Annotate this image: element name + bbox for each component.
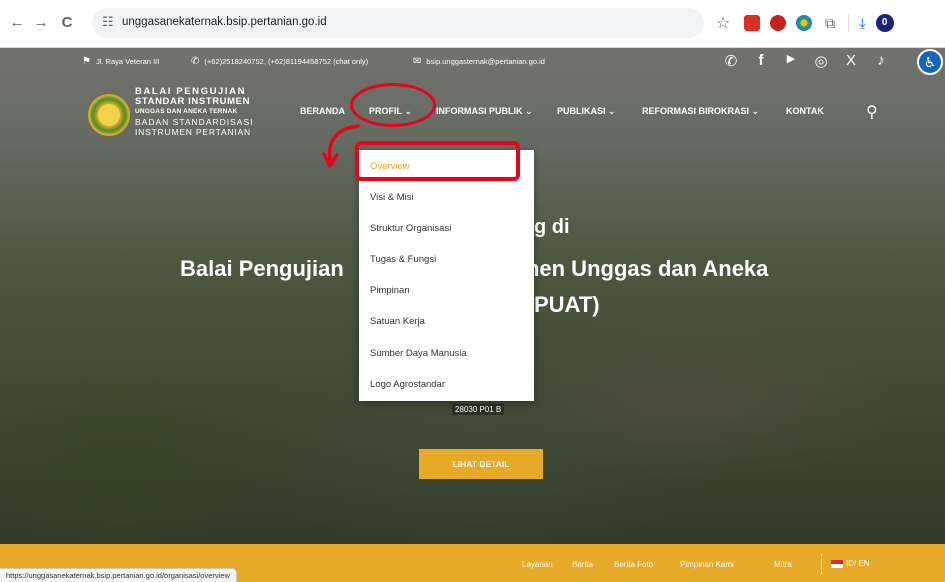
envelope-icon: ✉	[413, 56, 422, 67]
tiktok-icon[interactable]: ♪	[873, 52, 889, 70]
address-bar[interactable]: ☷ unggasanekaternak.bsip.pertanian.go.id	[92, 8, 704, 38]
browser-actions: ☆ ⧉ ⤓ 0	[712, 12, 894, 34]
annotation-arrow	[322, 124, 360, 168]
site-logo-text[interactable]: BALAI PENGUJIAN STANDAR INSTRUMEN UNGGAS…	[135, 87, 254, 138]
footer-link-pimpinan-kami[interactable]: Pimpinan Kami	[680, 560, 734, 569]
hero-title-line-1: g di	[534, 216, 570, 238]
hero-title-right: men Unggas dan Aneka	[519, 256, 769, 281]
language-label[interactable]: ID/ EN	[846, 559, 870, 568]
whatsapp-icon[interactable]: ✆	[723, 52, 739, 70]
dropdown-item-pimpinan[interactable]: Pimpinan	[370, 285, 410, 296]
instagram-icon[interactable]: ◎	[813, 52, 829, 70]
annotation-oval	[350, 83, 436, 127]
address-url[interactable]: unggasanekaternak.bsip.pertanian.go.id	[122, 16, 327, 28]
web-page: ⚑ Jl. Raya Veteran III ✆ (+62)2518240752…	[0, 48, 945, 582]
nav-beranda[interactable]: BERANDA	[300, 106, 345, 116]
site-settings-icon[interactable]: ☷	[102, 14, 114, 30]
lihat-detail-button[interactable]: LIHAT DETAIL	[419, 449, 543, 479]
download-icon[interactable]: ⤓	[859, 15, 866, 32]
hero-badge: 28030 P01 B	[452, 404, 505, 415]
browser-toolbar: ← → C ☷ unggasanekaternak.bsip.pertanian…	[0, 0, 945, 48]
nav-reformasi-birokrasi[interactable]: REFORMASI BIROKRASI ⌄	[642, 106, 759, 117]
footer-divider	[821, 554, 822, 574]
youtube-icon[interactable]: ▶	[783, 52, 799, 70]
dropdown-item-sumber-daya-manusia[interactable]: Sumber Daya Manusia	[370, 348, 467, 359]
footer-link-mitra[interactable]: Mitra	[774, 560, 792, 569]
nav-informasi-publik[interactable]: INFORMASI PUBLIK ⌄	[436, 106, 533, 117]
facebook-icon[interactable]: f	[753, 52, 769, 70]
social-links: ✆ f ▶ ◎ X ♪	[723, 52, 889, 70]
indonesia-flag-icon	[831, 559, 843, 568]
back-icon[interactable]: ←	[8, 14, 26, 32]
nav-publikasi[interactable]: PUBLIKASI ⌄	[557, 106, 616, 117]
x-icon[interactable]: X	[843, 52, 859, 70]
logo-line-5: INSTRUMEN PERTANIAN	[135, 127, 251, 137]
contact-bar: ⚑ Jl. Raya Veteran III ✆ (+62)2518240752…	[0, 48, 945, 74]
dropdown-item-struktur-organisasi[interactable]: Struktur Organisasi	[370, 223, 451, 234]
contact-phone[interactable]: ✆ (+62)2518240752, (+62)81194458752 (cha…	[191, 56, 368, 67]
reload-icon[interactable]: C	[58, 14, 76, 32]
dropdown-item-satuan-kerja[interactable]: Satuan Kerja	[370, 316, 425, 327]
contact-email[interactable]: ✉ bsip.unggasternak@pertanian.go.id	[413, 56, 545, 67]
phone-icon: ✆	[191, 56, 200, 67]
contact-email-text[interactable]: bsip.unggasternak@pertanian.go.id	[426, 57, 545, 66]
profil-dropdown-menu: Overview Visi & Misi Struktur Organisasi…	[359, 150, 534, 401]
logo-emblem-icon[interactable]	[88, 94, 130, 136]
accessibility-icon[interactable]: ♿	[917, 49, 943, 75]
footer-link-berita-foto[interactable]: Berita Foto	[614, 560, 653, 569]
footer-link-layanan[interactable]: Layanan	[522, 560, 553, 569]
logo-line-3: UNGGAS DAN ANEKA TERNAK	[135, 108, 238, 115]
language-switcher[interactable]: ID/ EN	[831, 559, 870, 568]
dropdown-item-logo-agrostandar[interactable]: Logo Agrostandar	[370, 379, 445, 390]
contact-address: ⚑ Jl. Raya Veteran III	[82, 56, 159, 67]
location-pin-icon: ⚑	[82, 56, 91, 67]
profile-avatar[interactable]: 0	[875, 14, 894, 32]
logo-line-4: BADAN STANDARDISASI	[135, 117, 254, 127]
forward-icon[interactable]: →	[32, 14, 50, 32]
search-icon[interactable]: ⚲	[866, 102, 878, 122]
hero-title-left: Balai Pengujian	[180, 256, 344, 281]
bookmark-star-icon[interactable]: ☆	[712, 13, 734, 33]
logo-line-2: STANDAR INSTRUMEN	[135, 96, 251, 107]
extensions-puzzle-icon[interactable]: ⧉	[822, 15, 838, 31]
nav-kontak[interactable]: KONTAK	[786, 106, 824, 116]
recorder-extension-icon[interactable]	[770, 15, 786, 31]
dropdown-item-tugas-fungsi[interactable]: Tugas & Fungsi	[370, 254, 436, 265]
pdf-extension-icon[interactable]	[744, 15, 760, 31]
color-extension-icon[interactable]	[796, 15, 812, 31]
footer-link-berita[interactable]: Berita	[572, 560, 593, 569]
hero-title-line-3: PUAT)	[534, 292, 600, 317]
annotation-rectangle	[355, 141, 520, 181]
contact-address-text: Jl. Raya Veteran III	[95, 57, 160, 66]
contact-phone-text[interactable]: (+62)2518240752, (+62)81194458752 (chat …	[204, 57, 368, 66]
status-bar-url: https://unggasanekaternak.bsip.pertanian…	[0, 568, 237, 582]
dropdown-item-visi-misi[interactable]: Visi & Misi	[370, 192, 414, 203]
toolbar-divider	[848, 14, 849, 32]
